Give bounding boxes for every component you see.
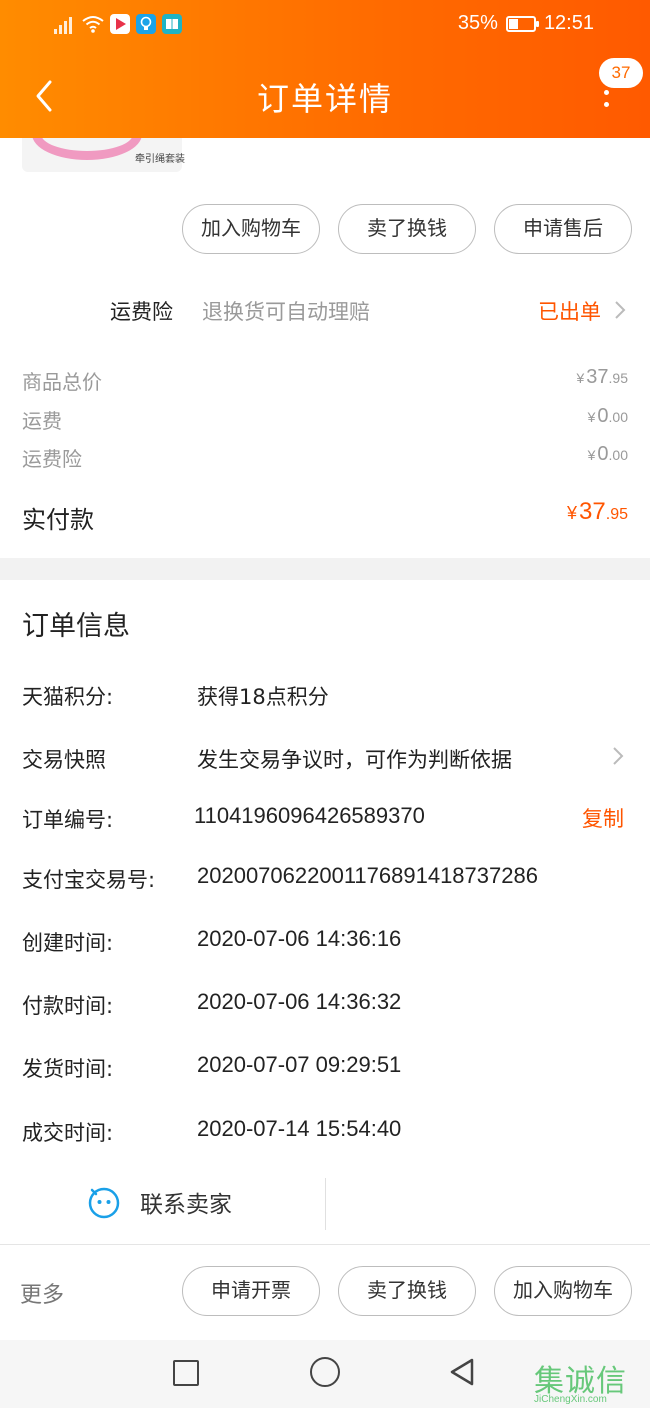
add-to-cart-button[interactable]: 加入购物车 — [182, 204, 320, 254]
chevron-right-icon[interactable] — [612, 298, 628, 322]
back-triangle-icon[interactable] — [448, 1356, 476, 1388]
recent-apps-icon[interactable] — [173, 1360, 199, 1386]
watermark-url: JiChengXin.com — [534, 1394, 607, 1405]
clock: 12:51 — [543, 12, 594, 34]
section-divider — [0, 558, 650, 580]
after-sale-button[interactable]: 申请售后 — [494, 204, 632, 254]
resell-button-bottom[interactable]: 卖了换钱 — [338, 1266, 476, 1316]
resell-button[interactable]: 卖了换钱 — [338, 204, 476, 254]
shipping-insurance-desc: 退换货可自动理赔 — [202, 300, 370, 324]
order-number-value: 1104196096426589370 — [194, 803, 425, 828]
closed-time-value: 2020-07-14 15:54:40 — [197, 1116, 402, 1141]
created-time-label: 创建时间: — [22, 931, 114, 955]
contact-seller-label: 联系卖家 — [140, 1192, 232, 1218]
goods-total-value: ¥37.95 — [576, 366, 628, 388]
invoice-button[interactable]: 申请开票 — [182, 1266, 320, 1316]
bulb-app-icon — [136, 14, 156, 34]
wifi-icon — [82, 16, 104, 33]
amount-paid-value: ¥37.95 — [567, 498, 628, 525]
order-number-label: 订单编号: — [22, 808, 114, 832]
snapshot-chevron-icon[interactable] — [610, 744, 626, 768]
battery-percent: 35% — [457, 12, 498, 34]
points-label: 天猫积分: — [22, 685, 114, 709]
alipay-number-value: 2020070622001176891418737286 — [197, 863, 538, 888]
contact-divider — [325, 1178, 326, 1230]
status-bar: 35% 12:51 — [0, 0, 650, 52]
pink-collar-image — [32, 138, 142, 160]
more-link[interactable]: 更多 — [20, 1277, 64, 1309]
points-value: 获得18点积分 — [197, 685, 329, 709]
goods-total-label: 商品总价 — [22, 370, 102, 394]
order-info-title: 订单信息 — [22, 611, 130, 642]
signal-icon — [54, 14, 76, 34]
product-caption: 牵引绳套装 — [135, 154, 185, 165]
snapshot-value[interactable]: 发生交易争议时，可作为判断依据 — [197, 744, 512, 774]
alipay-number-label: 支付宝交易号: — [22, 868, 156, 892]
shipping-fee-label: 运费 — [22, 409, 62, 433]
paid-time-value: 2020-07-06 14:36:32 — [197, 989, 402, 1014]
add-to-cart-button-bottom[interactable]: 加入购物车 — [494, 1266, 632, 1316]
paid-time-label: 付款时间: — [22, 994, 114, 1018]
shipped-time-value: 2020-07-07 09:29:51 — [197, 1052, 402, 1077]
closed-time-label: 成交时间: — [22, 1121, 114, 1145]
video-app-icon — [110, 14, 130, 34]
copy-button[interactable]: 复制 — [582, 803, 624, 833]
contact-seller-button[interactable]: 联系卖家 — [86, 1184, 232, 1220]
shipping-fee-value: ¥0.00 — [587, 405, 628, 427]
battery-icon — [505, 15, 539, 32]
watermark-logo: 集诚信 JiChengXin.com — [534, 1356, 650, 1408]
status-icons-right: 35% 12:51 — [458, 12, 594, 35]
status-icons-left — [54, 14, 182, 34]
snapshot-label[interactable]: 交易快照 — [22, 744, 106, 774]
amount-paid-label: 实付款 — [22, 506, 94, 534]
page-title: 订单详情 — [256, 80, 393, 118]
book-app-icon — [162, 14, 182, 34]
insurance-fee-label: 运费险 — [22, 447, 82, 471]
shipped-time-label: 发货时间: — [22, 1057, 114, 1081]
chat-bubble-icon — [88, 1187, 120, 1219]
message-count-badge[interactable]: 37 — [599, 58, 643, 88]
created-time-value: 2020-07-06 14:36:16 — [197, 926, 402, 951]
shipping-insurance-status[interactable]: 已出单 — [538, 296, 601, 326]
app-header: 35% 12:51 订单详情 37 — [0, 0, 650, 138]
more-menu-icon[interactable] — [594, 84, 618, 114]
insurance-fee-value: ¥0.00 — [587, 443, 628, 465]
shipping-insurance-label: 运费险 — [110, 300, 173, 324]
home-icon[interactable] — [310, 1357, 340, 1387]
